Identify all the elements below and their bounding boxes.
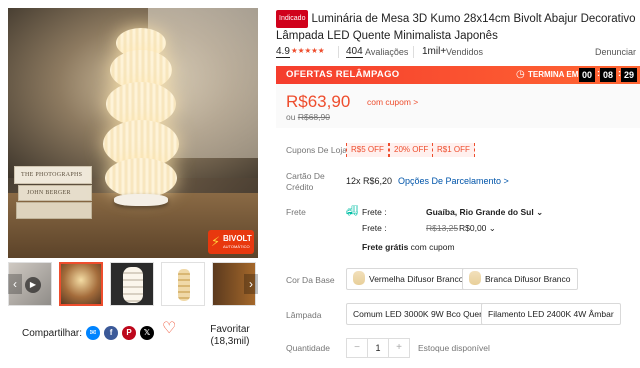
share-bar: Compartilhar: ✉ f P 𝕏	[22, 326, 155, 340]
ends-label: TERMINA EM	[528, 70, 579, 79]
current-price: R$63,90	[286, 92, 351, 111]
product-title-text: Luminária de Mesa 3D Kumo 28x14cm Bivolt…	[276, 13, 636, 42]
variant-lamp-filament[interactable]: Filamento LED 2400K 4W Âmbar	[481, 303, 621, 325]
ship-new-cost[interactable]: R$0,00 ⌄	[459, 223, 496, 234]
clock-icon: ◷	[516, 69, 525, 80]
messenger-icon[interactable]: ✉	[86, 326, 101, 340]
review-label: Avaliações	[365, 47, 409, 57]
decrement-button[interactable]: −	[347, 339, 367, 357]
timer-seconds: 29	[621, 68, 637, 82]
ship-destination[interactable]: Guaíba, Rio Grande do Sul ⌄	[426, 207, 543, 218]
variant-color-red[interactable]: Vermelha Difusor Branco	[346, 268, 471, 290]
thumbnail-3[interactable]	[161, 262, 205, 306]
stock-status: Estoque disponível	[418, 343, 490, 353]
heart-icon[interactable]: ♡	[162, 321, 176, 337]
shipping-label: Frete	[286, 207, 306, 217]
thumbnail-strip: ‹ ▶ ›	[8, 262, 258, 308]
voucher-1[interactable]: R$5 OFF	[346, 143, 389, 157]
favorite-label: Favoritar	[210, 324, 250, 335]
rating-row: 4.9 ★★★★★ 404 Avaliações 1mil+ Vendidos …	[276, 46, 638, 60]
thumbnail-2[interactable]	[110, 262, 154, 306]
voucher-3[interactable]: R$1 OFF	[432, 143, 475, 157]
chevron-down-icon: ⌄	[488, 223, 496, 233]
report-link[interactable]: Denunciar	[595, 47, 636, 57]
coupon-link[interactable]: com cupom >	[367, 97, 418, 107]
price-box: R$63,90 com cupom > ou R$68,90	[276, 84, 640, 128]
play-icon: ▶	[25, 277, 41, 293]
sold-label: Vendidos	[446, 47, 484, 57]
quantity-input[interactable]: 1	[367, 339, 389, 357]
variant-color-white[interactable]: Branca Difusor Branco	[462, 268, 578, 290]
variant-lamp-common[interactable]: Comum LED 3000K 9W Bco Quente	[346, 303, 498, 325]
favorite-count: (18,3mil)	[210, 336, 250, 347]
book-stack: THE PHOTOGRAPHS JOHN BERGER	[14, 166, 94, 221]
lamp-label: Lâmpada	[286, 310, 322, 320]
rating-value[interactable]: 4.9	[276, 46, 290, 58]
lamp-illustration	[96, 28, 186, 208]
indicado-badge: Indicado	[276, 10, 309, 28]
card-label: Cartão De Crédito	[286, 171, 325, 192]
share-label: Compartilhar:	[22, 327, 83, 339]
chevron-right-icon[interactable]: ›	[244, 274, 258, 294]
increment-button[interactable]: +	[389, 339, 409, 357]
original-price: ou R$68,90	[286, 112, 330, 122]
lightning-icon: ⚡	[211, 234, 221, 249]
installments: 12x R$6,20	[346, 176, 393, 186]
review-count[interactable]: 404	[346, 46, 363, 58]
timer-hours: 00	[579, 68, 595, 82]
ship-old-cost: R$13,25	[426, 223, 459, 233]
quantity-label: Quantidade	[286, 343, 330, 353]
ship-cost-label: Frete :	[362, 223, 387, 233]
timer-minutes: 08	[600, 68, 616, 82]
chevron-left-icon[interactable]: ‹	[8, 274, 22, 294]
pinterest-icon[interactable]: P	[122, 326, 137, 340]
ship-to-label: Frete :	[362, 207, 387, 217]
chevron-down-icon: ⌄	[536, 207, 544, 217]
installments-link[interactable]: Opções De Parcelamento >	[398, 176, 509, 186]
x-twitter-icon[interactable]: 𝕏	[140, 326, 155, 340]
flash-sale-banner: OFERTAS RELÂMPAGO ◷ TERMINA EM 00 : 08 :…	[276, 66, 640, 84]
rating-stars: ★★★★★	[291, 46, 325, 55]
sold-count: 1mil+	[422, 46, 447, 57]
quantity-stepper: − 1 +	[346, 338, 410, 358]
product-main-image[interactable]: THE PHOTOGRAPHS JOHN BERGER ⚡ BIVOLT AUT…	[8, 8, 258, 258]
free-shipping-note: Frete grátis com cupom	[362, 242, 455, 252]
book-title-2: JOHN BERGER	[27, 190, 71, 196]
book-title-1: THE PHOTOGRAPHS	[21, 172, 83, 178]
flash-sale-title: OFERTAS RELÂMPAGO	[286, 69, 400, 80]
bivolt-badge: ⚡ BIVOLT AUTOMÁTICO	[208, 230, 254, 254]
coupons-label: Cupons De Loja	[286, 145, 347, 155]
voucher-2[interactable]: 20% OFF	[389, 143, 434, 157]
color-label: Cor Da Base	[286, 275, 335, 285]
variant-thumb	[353, 271, 365, 285]
thumbnail-1[interactable]	[59, 262, 103, 306]
facebook-icon[interactable]: f	[104, 326, 119, 340]
truck-icon: 🚚︎	[346, 206, 359, 217]
variant-thumb	[469, 271, 481, 285]
product-title: Indicado Luminária de Mesa 3D Kumo 28x14c…	[276, 10, 638, 44]
